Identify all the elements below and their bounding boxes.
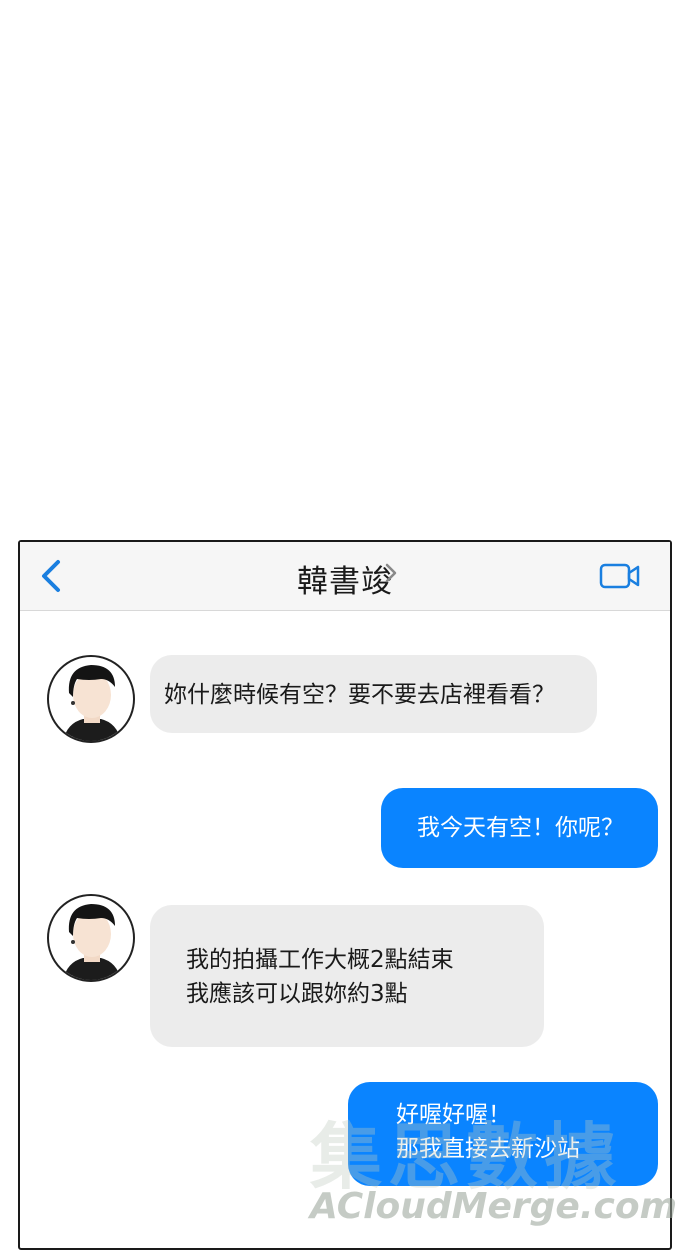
contact-name[interactable]: 韓書竣 [297, 564, 393, 600]
watermark-text: ACloudMerge.com [310, 1186, 678, 1227]
conversation-header: 韓書竣 [20, 542, 670, 611]
message-text: 妳什麼時候有空？要不要去店裡看看？ [164, 682, 555, 708]
message-bubble-incoming: 妳什麼時候有空？要不要去店裡看看？ [150, 655, 597, 733]
contact-avatar[interactable] [47, 894, 135, 982]
chevron-right-icon[interactable] [382, 560, 400, 586]
message-text: 我的拍攝工作大概2點結束 [186, 947, 454, 973]
video-camera-icon[interactable] [598, 558, 642, 592]
message-bubble-incoming: 我的拍攝工作大概2點結束 我應該可以跟妳約3點 [150, 905, 544, 1047]
avatar-portrait [63, 665, 121, 741]
message-text: 我應該可以跟妳約3點 [186, 981, 408, 1007]
message-bubble-outgoing: 我今天有空！你呢？ [381, 788, 658, 868]
message-text: 我今天有空！你呢？ [417, 815, 624, 841]
avatar-portrait [63, 904, 121, 980]
contact-avatar[interactable] [47, 655, 135, 743]
